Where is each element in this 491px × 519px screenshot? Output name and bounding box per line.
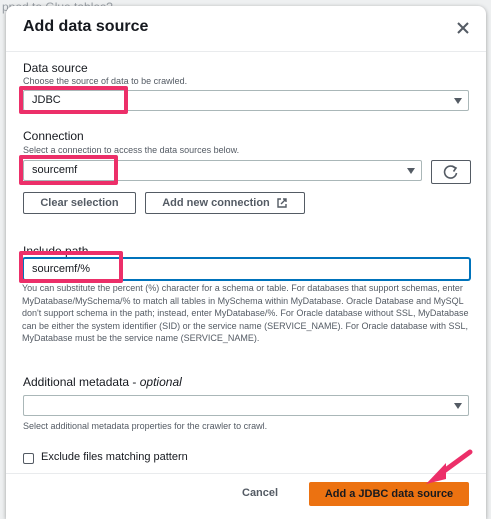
include-path-help: You can substitute the percent (%) chara… [22, 283, 469, 343]
additional-metadata-label-text: Additional metadata - [23, 375, 140, 389]
include-path-value: sourcemf/% [32, 263, 91, 275]
clear-selection-button[interactable]: Clear selection [23, 192, 136, 214]
annotation-arrow-icon [426, 449, 473, 484]
data-source-description: Choose the source of data to be crawled. [23, 76, 188, 86]
additional-metadata-select[interactable] [23, 395, 469, 416]
exclude-files-checkbox[interactable] [23, 453, 34, 464]
connection-select[interactable]: sourcemf [23, 160, 422, 181]
modal-title: Add data source [23, 18, 149, 35]
refresh-icon [443, 165, 458, 179]
caret-down-icon [454, 403, 462, 409]
add-new-connection-label: Add new connection [162, 197, 270, 209]
data-source-label: Data source [23, 61, 88, 75]
include-path-input[interactable]: sourcemf/% [23, 258, 470, 280]
connection-label: Connection [23, 129, 84, 143]
refresh-button[interactable] [431, 160, 471, 184]
exclude-files-label: Exclude files matching pattern [41, 451, 188, 463]
additional-metadata-label: Additional metadata - optional [23, 375, 182, 389]
add-data-source-modal: Add data source Data source Choose the s… [6, 6, 486, 519]
optional-text: optional [139, 375, 182, 389]
data-source-value: JDBC [32, 94, 61, 106]
close-icon[interactable] [453, 18, 473, 38]
cancel-button[interactable]: Cancel [242, 487, 278, 499]
connection-value: sourcemf [32, 164, 78, 176]
modal-header: Add data source [6, 6, 486, 52]
caret-down-icon [407, 168, 415, 174]
data-source-select[interactable]: JDBC [23, 90, 469, 111]
clear-selection-label: Clear selection [40, 197, 119, 209]
connection-description: Select a connection to access the data s… [23, 145, 240, 155]
additional-metadata-description: Select additional metadata properties fo… [23, 421, 268, 431]
external-link-icon [277, 198, 287, 208]
caret-down-icon [454, 98, 462, 104]
add-new-connection-button[interactable]: Add new connection [145, 192, 305, 214]
include-path-label: Include path [23, 244, 89, 258]
add-jdbc-data-source-label: Add a JDBC data source [324, 488, 454, 500]
